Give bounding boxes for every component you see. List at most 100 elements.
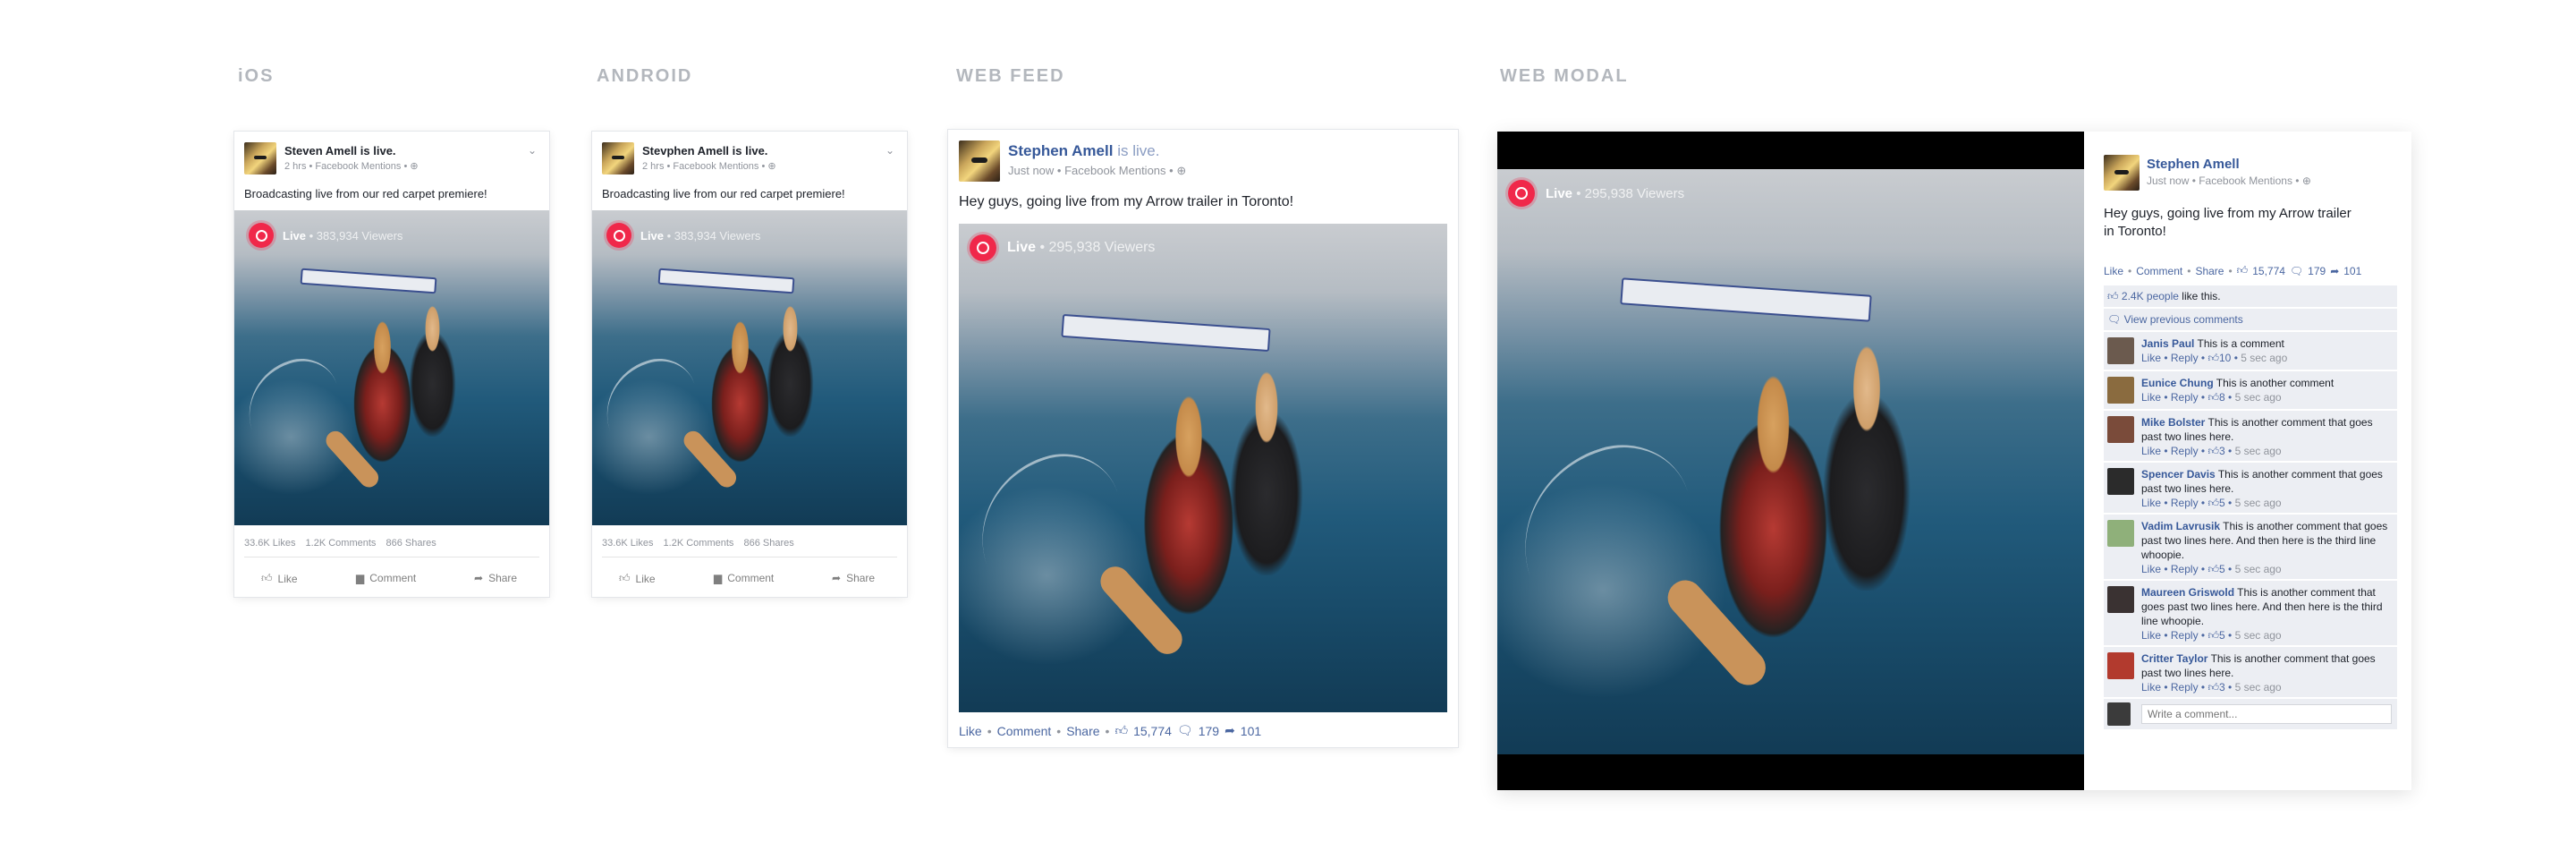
share-icon: ➦ [1224, 723, 1235, 737]
viewer-count: • 295,938 Viewers [1576, 185, 1685, 201]
likers-link[interactable]: 2.4K people [2122, 290, 2179, 302]
comment-reply-link[interactable]: Reply [2171, 563, 2199, 575]
commenter-avatar[interactable] [2107, 377, 2134, 404]
comments-count[interactable]: 179 [2308, 265, 2326, 277]
commenter-avatar[interactable] [2107, 586, 2134, 613]
shares-count[interactable]: 101 [2343, 265, 2361, 277]
comment-time[interactable]: 5 sec ago [2235, 391, 2282, 404]
share-link[interactable]: Share [1066, 724, 1099, 738]
comment-time[interactable]: 5 sec ago [2235, 681, 2282, 694]
comment-item: Eunice Chung This is another comment Lik… [2104, 371, 2397, 411]
comment-like-link[interactable]: Like [2141, 681, 2161, 694]
post-actions: Like • Comment • Share • 👍︎ 15,774 🗨︎ 179 ➦ 10… [2104, 264, 2362, 277]
post-message: Hey guys, going live from my Arrow trail… [2104, 206, 2351, 239]
comment-time[interactable]: 5 sec ago [2235, 445, 2282, 457]
comment-reply-link[interactable]: Reply [2171, 391, 2199, 404]
live-label: Live [1007, 240, 1037, 255]
share-button[interactable]: ➦ Share [832, 572, 875, 584]
commenter-avatar[interactable] [2107, 337, 2134, 364]
write-comment-input[interactable] [2141, 704, 2392, 724]
live-broadcast-icon [970, 234, 996, 261]
comment-author[interactable]: Vadim Lavrusik [2141, 520, 2220, 532]
comment-like-link[interactable]: Like [2141, 445, 2161, 457]
comment-author[interactable]: Spencer Davis [2141, 468, 2216, 481]
chevron-down-icon[interactable]: ⌄ [886, 144, 894, 157]
live-video[interactable]: Live • 295,938 Viewers [959, 224, 1447, 712]
author-name-link[interactable]: Stephen Amell [2147, 157, 2240, 172]
like-button[interactable]: 👍︎ Like [261, 572, 298, 585]
comment-like-count[interactable]: 8 [2219, 391, 2225, 404]
like-link[interactable]: Like [2104, 265, 2123, 277]
commenter-avatar[interactable] [2107, 520, 2134, 547]
comment-link[interactable]: Comment [997, 724, 1052, 738]
comment-author[interactable]: Critter Taylor [2141, 652, 2207, 665]
comments-count[interactable]: 1.2K Comments [306, 538, 377, 549]
author-name-link[interactable]: Stevphen Amell [642, 144, 729, 157]
comment-time[interactable]: 5 sec ago [2235, 497, 2282, 509]
likes-count[interactable]: 33.6K Likes [244, 538, 295, 549]
comment-like-link[interactable]: Like [2141, 497, 2161, 509]
author-name-link[interactable]: Stephen Amell [1008, 142, 1113, 159]
like-label: Like [635, 572, 656, 585]
comment-reply-link[interactable]: Reply [2171, 629, 2199, 642]
comment-author[interactable]: Eunice Chung [2141, 377, 2214, 389]
comment-button[interactable]: ▆ Comment [714, 572, 774, 584]
shares-count[interactable]: 866 Shares [743, 538, 793, 549]
thumbs-up-icon: 👍︎ [2207, 563, 2219, 575]
comment-author[interactable]: Janis Paul [2141, 337, 2194, 350]
live-video[interactable]: Live • 383,934 Viewers [592, 210, 907, 525]
author-avatar[interactable] [959, 140, 1000, 182]
post-meta-text: 2 hrs • Facebook Mentions • [642, 161, 766, 172]
comment-like-count[interactable]: 5 [2219, 629, 2225, 642]
post-actions: Like • Comment • Share • 👍︎ 15,774 🗨︎ 179 ➦ 10… [959, 723, 1262, 738]
thumbs-up-icon: 👍︎ [1114, 723, 1129, 737]
shares-count[interactable]: 866 Shares [386, 538, 436, 549]
comment-reply-link[interactable]: Reply [2171, 497, 2199, 509]
live-video[interactable]: Live • 383,934 Viewers [234, 210, 549, 525]
comment-like-count[interactable]: 3 [2219, 681, 2225, 694]
comment-reply-link[interactable]: Reply [2171, 681, 2199, 694]
comment-like-count[interactable]: 5 [2219, 497, 2225, 509]
comments-count[interactable]: 1.2K Comments [664, 538, 734, 549]
parasail-bar [1620, 277, 1871, 322]
share-button[interactable]: ➦ Share [474, 572, 517, 584]
comment-like-count[interactable]: 10 [2219, 352, 2231, 364]
comment-like-link[interactable]: Like [2141, 563, 2161, 575]
author-avatar[interactable] [2104, 155, 2140, 191]
likes-count[interactable]: 15,774 [1133, 724, 1172, 738]
live-badge: Live • 295,938 Viewers [1508, 180, 1684, 207]
shares-count[interactable]: 101 [1241, 724, 1261, 738]
comment-time[interactable]: 5 sec ago [2235, 629, 2282, 642]
commenter-avatar[interactable] [2107, 416, 2134, 443]
comment-author[interactable]: Maureen Griswold [2141, 586, 2234, 599]
like-button[interactable]: 👍︎ Like [619, 572, 656, 585]
live-video[interactable]: Live • 295,938 Viewers [1497, 169, 2084, 754]
comments-count[interactable]: 179 [1199, 724, 1219, 738]
comment-like-link[interactable]: Like [2141, 629, 2161, 642]
commenter-avatar[interactable] [2107, 652, 2134, 679]
commenter-avatar[interactable] [2107, 468, 2134, 495]
chevron-down-icon[interactable]: ⌄ [528, 144, 537, 157]
comment-author[interactable]: Mike Bolster [2141, 416, 2205, 429]
comment-link[interactable]: Comment [2136, 265, 2182, 277]
author-avatar[interactable] [244, 142, 276, 174]
likes-count[interactable]: 15,774 [2252, 265, 2285, 277]
comment-like-count[interactable]: 5 [2219, 563, 2225, 575]
view-previous-row[interactable]: 🗨︎ View previous comments [2104, 309, 2397, 331]
modal-video-player[interactable]: Live • 295,938 Viewers [1497, 132, 2084, 790]
comment-button[interactable]: ▆ Comment [356, 572, 416, 584]
comment-reply-link[interactable]: Reply [2171, 445, 2199, 457]
comment-time[interactable]: 5 sec ago [2235, 563, 2282, 575]
author-avatar[interactable] [602, 142, 634, 174]
view-previous-comments-link[interactable]: View previous comments [2124, 313, 2243, 326]
comment-time[interactable]: 5 sec ago [2241, 352, 2287, 364]
share-link[interactable]: Share [2195, 265, 2224, 277]
author-name-link[interactable]: Steven Amell [284, 144, 357, 157]
like-link[interactable]: Like [959, 724, 982, 738]
comment-reply-link[interactable]: Reply [2171, 352, 2199, 364]
comment-like-count[interactable]: 3 [2219, 445, 2225, 457]
comment-like-link[interactable]: Like [2141, 391, 2161, 404]
comment-like-link[interactable]: Like [2141, 352, 2161, 364]
post-header-name: Stevphen Amell is live. [642, 144, 767, 157]
likes-count[interactable]: 33.6K Likes [602, 538, 653, 549]
